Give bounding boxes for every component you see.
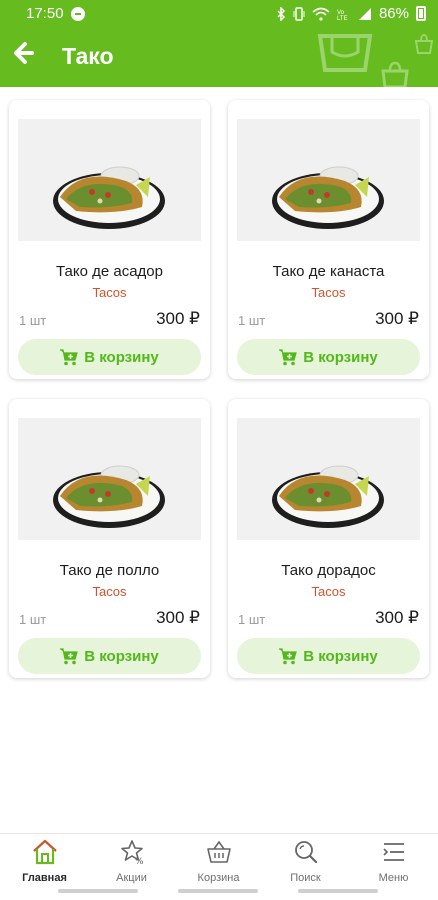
search-icon [295,841,318,864]
product-card[interactable]: Тако де асадор Tacos 1 шт 300 ₽ В корзин… [9,100,210,379]
product-quantity: 1 шт [238,313,266,328]
signal-icon [358,7,371,20]
add-to-cart-label: В корзину [84,348,159,366]
cart-plus-icon [60,348,79,365]
product-name: Тако де полло [59,562,160,579]
nav-item-search[interactable]: Поиск [262,834,349,889]
nav-item-cart[interactable]: Корзина [175,834,262,889]
add-to-cart-label: В корзину [303,348,378,366]
do-not-disturb-icon [71,7,85,21]
product-category: Tacos [92,285,127,300]
add-to-cart-button[interactable]: В корзину [237,638,420,674]
shopping-bag-tiny-decoration-icon [414,34,434,54]
cart-plus-icon [60,647,79,664]
product-quantity: 1 шт [19,612,47,627]
product-image[interactable] [18,119,201,241]
home-icon [33,839,57,865]
cart-plus-icon [279,647,298,664]
product-card[interactable]: Тако дорадос Tacos 1 шт 300 ₽ В корзину [228,399,429,678]
nav-label-promotions: Акции [116,872,147,884]
add-to-cart-button[interactable]: В корзину [237,339,420,375]
page-title: Тако [62,43,114,69]
product-image[interactable] [237,119,420,241]
star-percent-icon: % [121,840,144,865]
battery-icon [416,6,426,21]
product-price: 300 ₽ [375,309,419,328]
shopping-bag-decoration-icon [317,34,373,72]
bluetooth-icon [277,6,286,21]
add-to-cart-button[interactable]: В корзину [18,339,201,375]
add-to-cart-label: В корзину [84,647,159,665]
product-price: 300 ₽ [375,608,419,627]
screen: 17:50 Vo LTE 86% Тако Тако де асадор Tac… [0,0,438,900]
product-card[interactable]: Тако де полло Tacos 1 шт 300 ₽ В корзину [9,399,210,678]
volte-icon: VoLTE [337,10,348,21]
home-indicator [0,889,438,895]
status-bar: 17:50 Vo LTE 86% [0,0,438,28]
header: Тако [0,28,438,87]
product-quantity: 1 шт [19,313,47,328]
status-icons: Vo LTE 86% [276,5,426,22]
product-name: Тако де асадор [56,263,163,280]
add-to-cart-button[interactable]: В корзину [18,638,201,674]
cart-plus-icon [279,348,298,365]
nav-label-home: Главная [22,872,67,884]
nav-item-promotions[interactable]: % Акции [88,834,175,889]
status-time: 17:50 [26,5,64,22]
svg-text:LTE: LTE [337,16,348,21]
nav-label-menu: Меню [378,872,409,884]
svg-text:%: % [135,857,144,865]
product-quantity: 1 шт [238,612,266,627]
product-price: 300 ₽ [156,309,200,328]
nav-label-cart: Корзина [197,872,240,884]
product-category: Tacos [311,584,346,599]
product-image[interactable] [237,418,420,540]
nav-label-search: Поиск [290,872,321,884]
product-card[interactable]: Тако де канаста Tacos 1 шт 300 ₽ В корзи… [228,100,429,379]
menu-icon [383,843,404,861]
product-price: 300 ₽ [156,608,200,627]
nav-item-home[interactable]: Главная [1,834,88,889]
vibrate-icon [293,6,305,21]
battery-percent: 86% [378,5,409,22]
wifi-icon [312,7,330,21]
basket-icon [207,840,231,863]
shopping-bag-small-decoration-icon [381,61,409,87]
top-bar: 17:50 Vo LTE 86% Тако [0,0,438,87]
product-category: Tacos [92,584,127,599]
product-category: Tacos [311,285,346,300]
back-arrow-icon[interactable] [8,38,38,68]
nav-item-menu[interactable]: Меню [350,834,437,889]
product-name: Тако дорадос [281,562,376,579]
add-to-cart-label: В корзину [303,647,378,665]
product-image[interactable] [18,418,201,540]
product-name: Тако де канаста [272,263,385,280]
